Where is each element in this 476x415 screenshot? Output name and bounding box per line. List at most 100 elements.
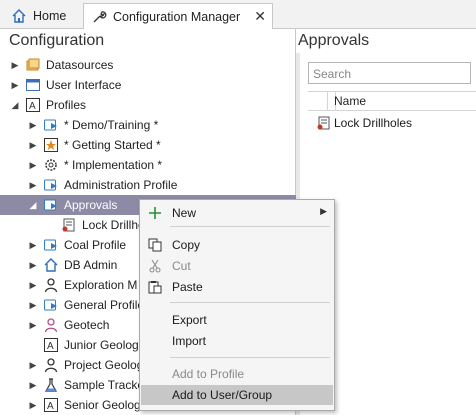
- menu-item-paste-label: Paste: [172, 280, 203, 294]
- menu-item-copy-label: Copy: [172, 238, 201, 252]
- expand-arrow-icon[interactable]: ▶: [28, 400, 38, 410]
- grid-row-lock-drillholes[interactable]: Lock Drillholes: [308, 113, 476, 133]
- tree-item[interactable]: ▶ * Demo/Training *: [0, 115, 296, 135]
- tree-item-label: Junior Geolog: [64, 338, 139, 352]
- person-icon: [43, 277, 59, 293]
- star-icon: [43, 137, 59, 153]
- menu-item-add-to-profile[interactable]: Add to Profile: [141, 364, 333, 384]
- context-menu: New ▶ Copy Cut Paste Export Import Add t…: [139, 199, 335, 411]
- tree-item-label: Datasources: [46, 58, 114, 72]
- wrench-icon: [90, 8, 108, 26]
- tree-item-label: DB Admin: [64, 258, 118, 272]
- datasources-icon: [25, 57, 41, 73]
- profile-icon: A: [43, 397, 59, 413]
- expand-arrow-icon[interactable]: ▶: [28, 360, 38, 370]
- flask-icon: [43, 377, 59, 393]
- tree-item-label: User Interface: [46, 78, 122, 92]
- profile-icon: A: [43, 337, 59, 353]
- collapse-arrow-icon[interactable]: ◢: [28, 200, 38, 210]
- lock-drillholes-icon: [316, 115, 332, 131]
- expand-arrow-icon[interactable]: ▶: [28, 180, 38, 190]
- column-name-header[interactable]: Name: [334, 94, 366, 108]
- expand-arrow-icon[interactable]: ▶: [28, 160, 38, 170]
- tab-home[interactable]: Home: [4, 3, 80, 29]
- tab-strip: Home Configuration Manager ✕: [0, 0, 476, 30]
- collapse-arrow-icon[interactable]: ◢: [10, 100, 20, 110]
- tree-item[interactable]: ▶ * Implementation *: [0, 155, 296, 175]
- approvals-title: Approvals: [298, 32, 370, 49]
- menu-item-cut[interactable]: Cut: [141, 256, 333, 276]
- tree-item[interactable]: ▶ * Getting Started *: [0, 135, 296, 155]
- svg-text:A: A: [47, 341, 54, 352]
- menu-separator: [170, 302, 330, 303]
- search-input[interactable]: Search: [308, 62, 471, 84]
- menu-item-copy[interactable]: Copy: [141, 235, 333, 255]
- profile-group-icon: [43, 237, 59, 253]
- person-pink-icon: [43, 317, 59, 333]
- lock-drillholes-icon: [61, 217, 77, 233]
- expand-arrow-icon[interactable]: ▶: [10, 80, 20, 90]
- tree-item-label: Lock Drillho: [82, 218, 145, 232]
- menu-separator: [170, 226, 330, 227]
- tree-item-label: Geotech: [64, 318, 110, 332]
- person-icon: [43, 357, 59, 373]
- profile-group-icon: [43, 177, 59, 193]
- expand-arrow-icon[interactable]: ▶: [10, 60, 20, 70]
- tree-item[interactable]: ▶ User Interface: [0, 75, 296, 95]
- close-icon[interactable]: ✕: [254, 8, 266, 25]
- grid-header: Name: [308, 91, 476, 111]
- tab-configuration-manager-label: Configuration Manager: [113, 9, 241, 24]
- expand-arrow-icon[interactable]: ▶: [28, 280, 38, 290]
- expand-arrow-icon[interactable]: ▶: [28, 380, 38, 390]
- menu-item-import[interactable]: Import: [141, 331, 333, 351]
- svg-text:A: A: [29, 101, 36, 112]
- menu-item-export-label: Export: [172, 313, 207, 327]
- expand-arrow-icon[interactable]: ▶: [28, 140, 38, 150]
- home-icon: [10, 7, 28, 25]
- menu-item-add-to-profile-label: Add to Profile: [172, 367, 245, 381]
- tree-item-label: * Implementation *: [64, 158, 163, 172]
- tab-configuration-manager[interactable]: Configuration Manager ✕: [83, 3, 273, 30]
- plus-icon: [147, 205, 163, 221]
- tab-home-label: Home: [33, 9, 67, 23]
- tree-item-label: Project Geolog: [64, 358, 144, 372]
- menu-item-new-label: New: [172, 206, 197, 220]
- profile-group-icon: [43, 117, 59, 133]
- configuration-title: Configuration: [9, 32, 105, 49]
- expand-arrow-icon[interactable]: ▶: [28, 260, 38, 270]
- tree-item-label: Approvals: [64, 198, 118, 212]
- profile-group-icon: [43, 297, 59, 313]
- tree-item[interactable]: ◢ A Profiles: [0, 95, 296, 115]
- profile-icon: A: [25, 97, 41, 113]
- menu-item-paste[interactable]: Paste: [141, 277, 333, 297]
- grid-row-label: Lock Drillholes: [334, 116, 413, 130]
- menu-item-cut-label: Cut: [172, 259, 191, 273]
- tree-item-label: Sample Tracke: [64, 378, 145, 392]
- menu-item-new[interactable]: New ▶: [141, 203, 333, 223]
- profile-group-icon: [43, 197, 59, 213]
- menu-item-add-to-user-group[interactable]: Add to User/Group: [141, 385, 333, 405]
- window-icon: [25, 77, 41, 93]
- menu-item-add-to-user-group-label: Add to User/Group: [172, 388, 273, 402]
- expand-arrow-icon[interactable]: ▶: [28, 240, 38, 250]
- menu-item-import-label: Import: [172, 334, 207, 348]
- tree-item[interactable]: ▶ Administration Profile: [0, 175, 296, 195]
- gear-icon: [43, 157, 59, 173]
- menu-item-export[interactable]: Export: [141, 310, 333, 330]
- tree-item-label: Administration Profile: [64, 178, 178, 192]
- tree-item-label: Exploration M: [64, 278, 138, 292]
- tree-item-label: Coal Profile: [64, 238, 127, 252]
- clipboard-icon: [147, 279, 163, 295]
- expand-arrow-icon[interactable]: ▶: [28, 120, 38, 130]
- menu-separator: [170, 357, 330, 358]
- tree-item-label: Profiles: [46, 98, 87, 112]
- search-placeholder: Search: [313, 67, 352, 81]
- expand-arrow-icon[interactable]: ▶: [28, 320, 38, 330]
- tree-item-label: Senior Geolog: [64, 398, 141, 412]
- tree-item[interactable]: ▶ Datasources: [0, 55, 296, 75]
- copy-icon: [147, 237, 163, 253]
- expand-arrow-icon[interactable]: ▶: [28, 300, 38, 310]
- tree-item-label: * Demo/Training *: [64, 118, 159, 132]
- home-icon: [43, 257, 59, 273]
- grid-header-cell: [308, 92, 328, 110]
